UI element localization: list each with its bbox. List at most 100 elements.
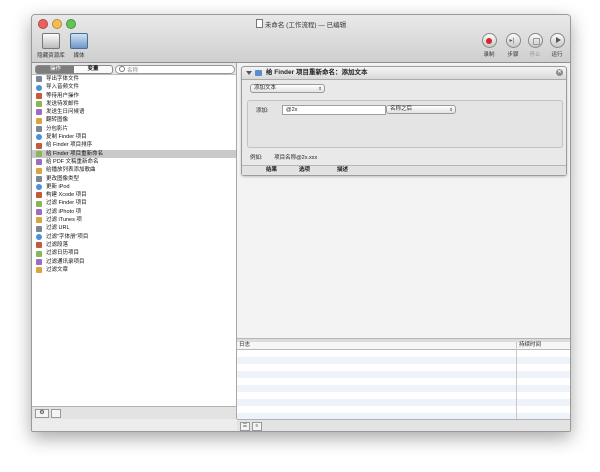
play-icon [549,33,565,48]
action-list-item[interactable]: 复制 Finder 项目 [32,133,236,141]
action-list-item[interactable]: 导出字体文件 [32,75,236,83]
action-list-item-label: 过滤文章 [46,266,69,273]
action-icon [36,267,42,274]
run-label: 运行 [551,52,563,58]
tab-variables[interactable]: 变量 [74,65,113,74]
action-list-item[interactable]: 给 Finder 项目排序 [32,141,236,149]
action-icon [36,84,42,91]
run-button[interactable]: 运行 [543,33,570,58]
action-list-item[interactable]: 过滤 iPhoto 项 [32,208,236,216]
action-icon [36,101,42,108]
tab-description[interactable]: 描述 [337,166,348,175]
action-list-item[interactable]: 过滤日历项目 [32,249,236,257]
action-list-item[interactable]: 过滤通讯录项目 [32,258,236,266]
toolbar: 未命名 (工作流程) — 已编辑 隐藏资源库 媒体 录制 ▸| 步骤 停止 运行 [32,15,570,63]
action-icon [36,184,42,191]
workflow-area: 给 Finder 项目重新命名：添加文本 ✕ 添加文本 ⇕ 添加: @2x 名称… [237,63,570,338]
close-icon[interactable]: ✕ [556,69,563,76]
log-header: 日志 持续时间 [237,342,570,419]
library-pane: 操作 变量 名称 导出字体文件 导入音频文件 等待用户操作 发送待发邮件 发送生日问候语… [32,63,237,419]
stop-icon [527,33,543,48]
action-icon [36,109,42,116]
action-list-item-label: 构建 Xcode 项目 [46,192,87,199]
action-list-item[interactable]: 给 Finder 项目重新命名 [32,149,236,158]
action-icon [36,233,42,240]
document-icon [255,19,263,28]
action-list-item-label: 发送生日问候语 [46,109,85,116]
action-list-item[interactable]: 等待用户操作 [32,92,236,100]
example-row: 例如: 项目名称@2x.xxx [250,153,317,161]
action-icon [36,150,42,157]
action-list-item-label: 更新 iPod [46,183,70,190]
action-list-item[interactable]: 过滤 Finder 项目 [32,199,236,207]
disclosure-triangle-icon[interactable] [246,71,252,75]
log-column-header[interactable]: 日志 [239,342,250,349]
window-title-text: 未命名 (工作流程) — 已编辑 [264,22,347,29]
library-icon [42,33,60,49]
toggle-description-button[interactable] [51,409,61,418]
tab-actions[interactable]: 操作 [35,65,76,74]
action-icon [36,250,42,257]
add-text-field[interactable]: @2x [282,105,386,115]
action-icon [36,258,42,265]
action-list-item[interactable]: 给播放列表添加歌曲 [32,166,236,174]
gear-icon[interactable]: ⚙ [35,409,49,418]
action-list-item-label: 过滤 URL [46,225,70,232]
tab-options[interactable]: 选项 [299,166,310,175]
action-list-item[interactable]: 过滤 iTunes 项 [32,216,236,224]
action-list-item-label: 过滤通讯录项目 [46,258,85,265]
action-list-item[interactable]: 更改图像类型 [32,175,236,183]
finder-icon [255,70,262,76]
action-list-item-label: 发送待发邮件 [46,100,80,107]
action-list-item[interactable]: 翻转图像 [32,116,236,124]
action-icon [36,175,42,182]
action-icon [36,167,42,174]
action-icon [36,92,42,99]
action-list-item[interactable]: 发送生日问候语 [32,108,236,116]
action-list-item[interactable]: 导入音频文件 [32,83,236,91]
rename-options-group: 添加: @2x 名称之后 ⇕ [247,100,563,148]
action-icon [36,200,42,207]
window-title: 未命名 (工作流程) — 已编辑 [32,19,570,29]
action-list-item-label: 给播放列表添加歌曲 [46,167,96,174]
action-card: 给 Finder 项目重新命名：添加文本 ✕ 添加文本 ⇕ 添加: @2x 名称… [241,66,567,176]
action-list-item[interactable]: 更新 iPod [32,183,236,191]
search-input[interactable]: 名称 [115,65,235,74]
action-list-item-label: 给 Finder 项目重新命名 [46,150,104,157]
step-icon: ▸| [505,33,521,48]
action-list-item-label: 过滤"字体册"项目 [46,233,89,240]
mode-dropdown[interactable]: 添加文本 ⇕ [250,84,325,93]
action-list-item-label: 分包影片 [46,125,69,132]
media-icon [70,33,88,49]
list-view-icon[interactable]: ☰ [240,422,250,431]
action-list-item[interactable]: 给 PDF 文稿重新命名 [32,158,236,166]
tab-results[interactable]: 结果 [266,166,277,175]
add-label: 添加: [256,108,269,114]
action-list-item[interactable]: 过滤段落 [32,241,236,249]
chevron-updown-icon: ⇕ [318,86,322,91]
action-list-item-label: 导出字体文件 [46,76,80,82]
action-list-item[interactable]: 过滤 URL [32,224,236,232]
action-list-item[interactable]: 发送待发邮件 [32,100,236,108]
media-button[interactable]: 媒体 [62,33,96,59]
action-icon [36,217,42,224]
action-list-item-label: 等待用户操作 [46,92,80,99]
action-card-title: 给 Finder 项目重新命名：添加文本 [266,69,368,76]
action-list-item-label: 导入音频文件 [46,84,80,91]
action-list-item[interactable]: 过滤文章 [32,266,236,274]
library-header: 操作 变量 名称 [32,63,236,75]
action-list-item[interactable]: 过滤"字体册"项目 [32,233,236,241]
position-dropdown[interactable]: 名称之后 ⇕ [386,105,456,114]
automator-window: 未命名 (工作流程) — 已编辑 隐藏资源库 媒体 录制 ▸| 步骤 停止 运行 [31,14,571,432]
log-view-icon[interactable]: ≡ [252,422,262,431]
chevron-updown-icon: ⇕ [449,107,453,112]
action-icon [36,209,42,216]
search-placeholder: 名称 [127,68,139,74]
action-list-item[interactable]: 分包影片 [32,125,236,133]
action-card-tabs: 结果 选项 描述 [242,165,566,175]
record-icon [481,33,497,48]
action-list-item[interactable]: 构建 Xcode 项目 [32,191,236,199]
duration-column-header[interactable]: 持续时间 [519,342,541,349]
action-list-item-label: 过滤日历项目 [46,250,80,257]
search-icon [119,66,125,72]
